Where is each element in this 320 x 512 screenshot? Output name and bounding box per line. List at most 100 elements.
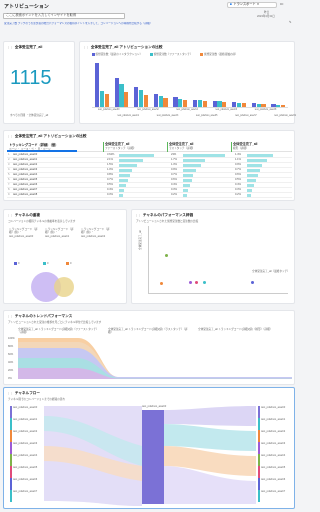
- category-label: test_pdwbvio_aweh7: [235, 115, 257, 117]
- drag-icon[interactable]: ⋮⋮: [7, 213, 13, 218]
- overlap-count: 0: [70, 262, 72, 265]
- flow-node-label[interactable]: test_pdwbvio_aweh6: [258, 478, 294, 490]
- bar[interactable]: [183, 100, 188, 107]
- flow-node-label[interactable]: test_pdwbvio_aweh4: [10, 454, 44, 466]
- column-subheader: ラストタッチ（詳細）: [169, 147, 195, 150]
- bar[interactable]: [237, 102, 242, 107]
- flow-node-label[interactable]: test_pdwbvio_aweh7: [258, 490, 294, 502]
- drag-icon[interactable]: ⋮⋮: [7, 134, 13, 139]
- table-row[interactable]: 5. test_pdwbvio_aweh4 0.8% 0.7% 0.6%: [7, 173, 292, 178]
- bar[interactable]: [251, 103, 256, 107]
- row-index: 4.: [8, 168, 11, 172]
- bar[interactable]: [271, 104, 276, 107]
- bar[interactable]: [124, 92, 129, 107]
- page: { "header": { "title": "アトリビューション", "tra…: [0, 0, 299, 512]
- category-label: test_pdwbvio_aweh5: [196, 115, 218, 117]
- bar[interactable]: [114, 77, 119, 107]
- breadcrumb[interactable]: 受注完了数 ブックのうち注文者の総合パフォーマンスの獲得ポイントを入手して、コン…: [4, 22, 284, 25]
- bar[interactable]: [158, 96, 163, 107]
- cell-percent: 3.62%: [107, 153, 115, 157]
- drag-icon[interactable]: ⋮⋮: [7, 45, 13, 50]
- bar[interactable]: [241, 103, 246, 107]
- cell-percent: 0.5%: [107, 183, 113, 187]
- cell-percent: 0.9%: [235, 163, 241, 167]
- drag-icon[interactable]: ⋮⋮: [83, 45, 89, 50]
- column-divider: [103, 142, 104, 152]
- table-row[interactable]: 8. test_pdwbvio_aweh7 0.4% 0.3% 0.3%: [7, 188, 292, 193]
- scatter-point[interactable]: [189, 281, 192, 284]
- flow-node-label[interactable]: test_pdwbvio_aweh0: [258, 406, 294, 418]
- flow-node-label[interactable]: test_pdwbvio_aweh1: [10, 418, 44, 430]
- flow-node-label[interactable]: test_pdwbvio_aweh5: [258, 466, 294, 478]
- flow-right-nodes: test_pdwbvio_aweh0 test_pdwbvio_aweh1 te…: [258, 406, 294, 502]
- bar[interactable]: [193, 99, 198, 107]
- flow-node-label[interactable]: test_pdwbvio_aweh3: [10, 442, 44, 454]
- bar[interactable]: [261, 104, 266, 107]
- drag-icon[interactable]: ⋮⋮: [135, 213, 141, 218]
- bar[interactable]: [104, 94, 109, 107]
- table-row[interactable]: 9. test_pdwbvio_aweh8 0.3% 0.2% 0.2%: [7, 193, 292, 198]
- flow-node-label: test_pdwbvio_aweh0: [142, 405, 167, 408]
- row-label: test_pdwbvio_aweh3: [13, 168, 38, 172]
- flow-node-label[interactable]: test_pdwbvio_aweh4: [258, 454, 294, 466]
- row-label: test_pdwbvio_aweh6: [13, 183, 38, 187]
- table-row[interactable]: 7. test_pdwbvio_aweh6 0.5% 0.4% 0.4%: [7, 183, 292, 188]
- flow-diagram: [44, 406, 256, 506]
- bar[interactable]: [99, 91, 104, 107]
- row-index: 6.: [8, 178, 11, 182]
- bar[interactable]: [178, 98, 183, 107]
- row-label: test_pdwbvio_aweh5: [13, 178, 38, 182]
- table-row[interactable]: 3. test_pdwbvio_aweh2 1.5% 1.3% 0.9%: [7, 163, 292, 168]
- flow-node-label[interactable]: test_pdwbvio_aweh2: [10, 430, 44, 442]
- bar[interactable]: [202, 100, 207, 107]
- cell-bar: [247, 178, 256, 182]
- scatter-point[interactable]: [165, 254, 168, 257]
- bar[interactable]: [134, 87, 139, 107]
- bar[interactable]: [153, 94, 158, 107]
- bar[interactable]: [95, 63, 100, 107]
- scatter-point[interactable]: [203, 281, 206, 284]
- bar[interactable]: [222, 102, 227, 107]
- table-row[interactable]: 1. test_pdwbvio_aweh0 3.62% 23% 1.4%: [7, 153, 292, 158]
- bar[interactable]: [119, 84, 124, 107]
- drag-icon[interactable]: ⋮⋮: [7, 391, 13, 396]
- scatter-point[interactable]: [195, 281, 198, 284]
- date-range[interactable]: 2023年3月31日: [257, 15, 275, 18]
- bar[interactable]: [163, 97, 168, 107]
- flow-node-label[interactable]: test_pdwbvio_aweh3: [258, 442, 294, 454]
- bar[interactable]: [212, 100, 217, 107]
- flow-node-label[interactable]: test_pdwbvio_aweh0: [10, 406, 44, 418]
- bar[interactable]: [143, 94, 148, 107]
- channel-flow-card: ⋮⋮ チャネルフロー チャネル間でのコンバージョンまでの経路の流れ test_p…: [3, 387, 295, 509]
- bar[interactable]: [276, 104, 281, 107]
- bar[interactable]: [217, 101, 222, 107]
- cell-bar: [183, 178, 192, 182]
- scatter-point[interactable]: [160, 282, 163, 285]
- drag-icon[interactable]: ⋮⋮: [7, 314, 13, 319]
- flow-node-label[interactable]: test_pdwbvio_aweh1: [258, 418, 294, 430]
- flow-node-label[interactable]: test_pdwbvio_aweh7: [10, 490, 44, 502]
- edit-icon[interactable]: ✎: [289, 20, 292, 25]
- flow-left-nodes: test_pdwbvio_aweh0 test_pdwbvio_aweh1 te…: [10, 406, 44, 502]
- flow-node[interactable]: [142, 410, 164, 504]
- search-input[interactable]: ここに検索ポイントを入力してインサイトを取得: [3, 13, 125, 19]
- y-tick: 0%: [8, 377, 12, 380]
- flow-node-label[interactable]: test_pdwbvio_aweh6: [10, 478, 44, 490]
- bar[interactable]: [256, 103, 261, 107]
- scatter-point[interactable]: [251, 281, 254, 284]
- more-icon[interactable]: •••: [280, 2, 283, 7]
- table-row[interactable]: 2. test_pdwbvio_aweh1 2.1% 1.7% 1.1%: [7, 158, 292, 163]
- bar[interactable]: [281, 104, 286, 107]
- table-row[interactable]: 4. test_pdwbvio_aweh3 1.0% 0.9% 0.7%: [7, 168, 292, 173]
- flow-node-label[interactable]: test_pdwbvio_aweh2: [258, 430, 294, 442]
- cell-percent: 0.3%: [235, 188, 241, 192]
- cell-percent: 0.3%: [107, 193, 113, 197]
- transport-button[interactable]: ■ トランスポート ▾: [227, 2, 277, 8]
- bar[interactable]: [139, 90, 144, 107]
- cell-bar: [183, 193, 187, 197]
- table-row[interactable]: 6. test_pdwbvio_aweh5 0.7% 0.6% 0.5%: [7, 178, 292, 183]
- flow-node-label[interactable]: test_pdwbvio_aweh5: [10, 466, 44, 478]
- bar[interactable]: [197, 99, 202, 107]
- bar[interactable]: [173, 96, 178, 107]
- bar[interactable]: [232, 102, 237, 107]
